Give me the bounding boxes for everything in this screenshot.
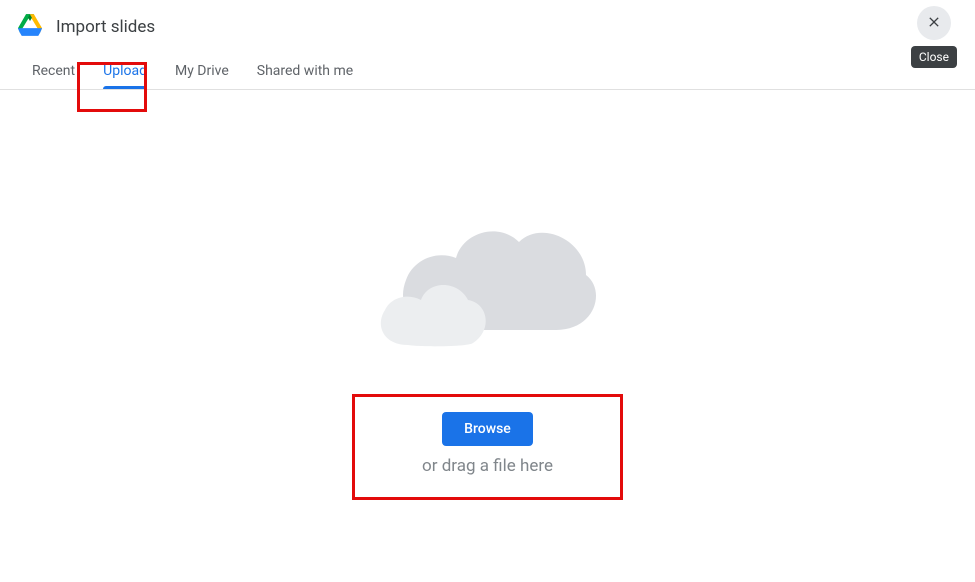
tab-upload[interactable]: Upload [89,53,161,89]
tab-recent[interactable]: Recent [18,53,89,89]
close-icon [926,14,942,33]
browse-button[interactable]: Browse [442,412,533,446]
tab-my-drive[interactable]: My Drive [161,53,243,89]
dialog-title: Import slides [56,17,155,37]
annotation-highlight-action [352,394,623,500]
upload-panel: Browse or drag a file here [0,90,975,500]
upload-action-area: Browse or drag a file here [352,394,623,500]
tab-bar: Recent Upload My Drive Shared with me [0,50,975,90]
cloud-front-icon [373,275,493,350]
drive-logo-icon [18,14,56,40]
close-area: Close [911,6,957,68]
cloud-illustration [373,220,603,360]
tab-shared-with-me[interactable]: Shared with me [243,53,367,89]
close-tooltip: Close [911,46,957,68]
close-button[interactable] [917,6,951,40]
dialog-header: Import slides Close [0,0,975,50]
drag-hint-text: or drag a file here [422,456,553,476]
